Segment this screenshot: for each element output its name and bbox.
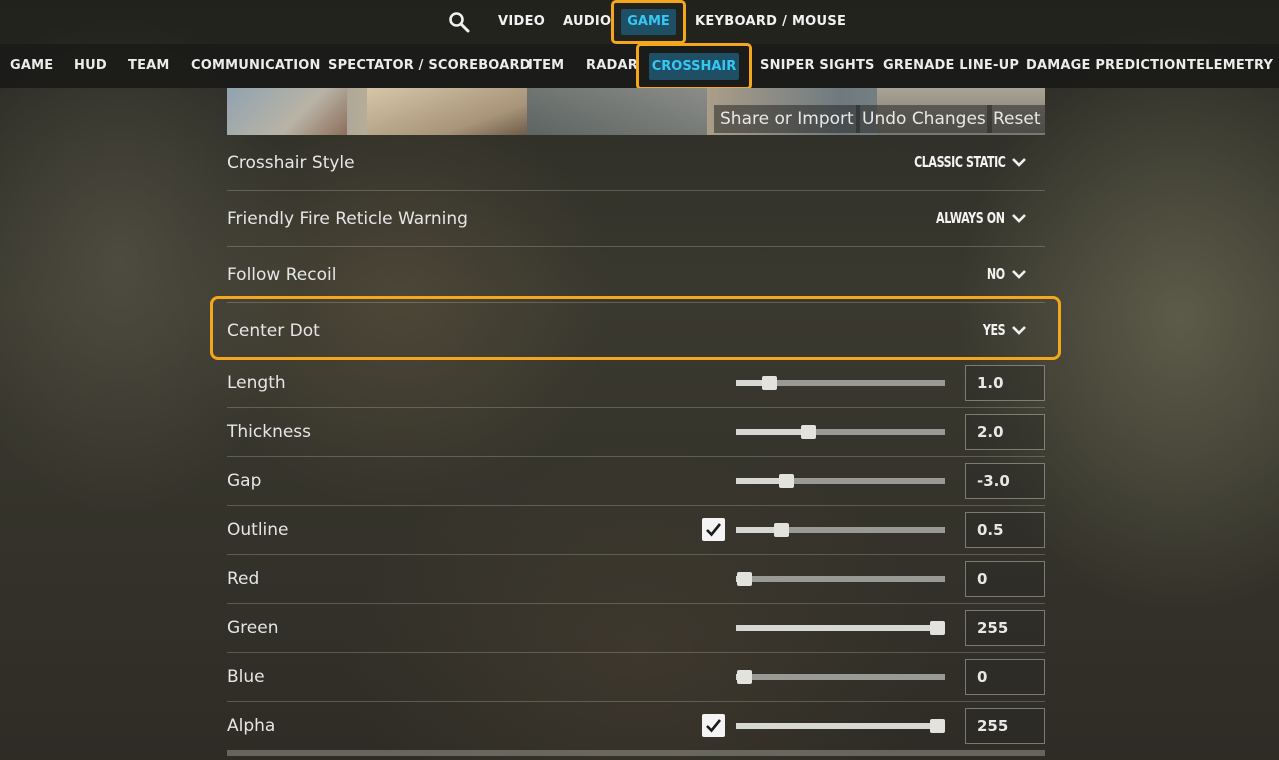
sub-tab-damage-prediction[interactable]: DAMAGE PREDICTION bbox=[1026, 44, 1187, 88]
thickness-slider[interactable] bbox=[736, 425, 945, 439]
outline-value-input[interactable]: 0.5 bbox=[965, 512, 1045, 548]
scroll-edge bbox=[227, 750, 1045, 756]
alpha-slider[interactable] bbox=[736, 719, 945, 733]
green-value-input[interactable]: 255 bbox=[965, 610, 1045, 646]
slider-fill bbox=[736, 723, 937, 729]
gap-value-input[interactable]: -3.0 bbox=[965, 463, 1045, 499]
setting-row-length: Length 1.0 bbox=[227, 359, 1045, 408]
sub-tab-item[interactable]: ITEM bbox=[528, 44, 564, 88]
setting-label: Outline bbox=[227, 520, 289, 540]
dropdown-value: CLASSIC STATIC bbox=[913, 153, 1006, 171]
share-import-button[interactable]: Share or Import bbox=[714, 105, 860, 133]
setting-label: Crosshair Style bbox=[227, 153, 355, 173]
slider-thumb[interactable] bbox=[779, 474, 795, 488]
blue-slider[interactable] bbox=[736, 670, 945, 684]
checkmark-icon bbox=[706, 719, 722, 733]
thickness-value-input[interactable]: 2.0 bbox=[965, 414, 1045, 450]
slider-fill bbox=[736, 429, 808, 435]
dropdown-value: ALWAYS ON bbox=[936, 209, 1005, 227]
setting-label: Friendly Fire Reticle Warning bbox=[227, 209, 468, 229]
sub-tab-telemetry[interactable]: TELEMETRY bbox=[1187, 44, 1273, 88]
slider-thumb[interactable] bbox=[737, 670, 752, 684]
setting-row-gap: Gap -3.0 bbox=[227, 457, 1045, 506]
setting-row-crosshair-style: Crosshair Style CLASSIC STATIC bbox=[227, 135, 1045, 191]
dropdown-value: NO bbox=[987, 265, 1005, 283]
top-tab-video[interactable]: VIDEO bbox=[498, 0, 545, 44]
outline-checkbox[interactable] bbox=[702, 518, 725, 541]
preview-scene bbox=[527, 88, 707, 135]
chevron-down-icon bbox=[1012, 214, 1026, 223]
setting-label: Length bbox=[227, 373, 286, 393]
setting-label: Gap bbox=[227, 471, 262, 491]
blue-value-input[interactable]: 0 bbox=[965, 659, 1045, 695]
top-nav: VIDEO AUDIO GAME KEYBOARD / MOUSE bbox=[0, 0, 1279, 44]
sub-tab-spectator-scoreboard[interactable]: SPECTATOR / SCOREBOARD bbox=[328, 44, 531, 88]
sub-tab-grenade-lineup[interactable]: GRENADE LINE-UP bbox=[883, 44, 1019, 88]
setting-row-friendly-fire: Friendly Fire Reticle Warning ALWAYS ON bbox=[227, 191, 1045, 247]
setting-row-blue: Blue 0 bbox=[227, 653, 1045, 702]
setting-label: Thickness bbox=[227, 422, 312, 442]
setting-row-green: Green 255 bbox=[227, 604, 1045, 653]
chevron-down-icon bbox=[1012, 158, 1026, 167]
friendly-fire-dropdown[interactable]: ALWAYS ON bbox=[921, 206, 1027, 230]
sub-tab-crosshair-highlight: CROSSHAIR bbox=[636, 43, 752, 90]
setting-row-red: Red 0 bbox=[227, 555, 1045, 604]
alpha-value-input[interactable]: 255 bbox=[965, 708, 1045, 744]
search-icon[interactable] bbox=[448, 11, 470, 33]
setting-row-outline: Outline 0.5 bbox=[227, 506, 1045, 555]
crosshair-preview: Share or Import Undo Changes Reset bbox=[227, 88, 1045, 135]
setting-label: Red bbox=[227, 569, 260, 589]
sub-tab-communication[interactable]: COMMUNICATION bbox=[191, 44, 321, 88]
sub-tab-hud[interactable]: HUD bbox=[74, 44, 107, 88]
green-slider[interactable] bbox=[736, 621, 945, 635]
sub-tab-game[interactable]: GAME bbox=[10, 44, 53, 88]
gap-slider[interactable] bbox=[736, 474, 945, 488]
red-slider[interactable] bbox=[736, 572, 945, 586]
top-tab-audio[interactable]: AUDIO bbox=[563, 0, 611, 44]
top-tab-game-highlight: GAME bbox=[611, 0, 686, 44]
sub-tab-sniper-sights[interactable]: SNIPER SIGHTS bbox=[760, 44, 875, 88]
slider-fill bbox=[736, 625, 937, 631]
chevron-down-icon bbox=[1012, 270, 1026, 279]
sub-tab-team[interactable]: TEAM bbox=[128, 44, 170, 88]
length-slider[interactable] bbox=[736, 376, 945, 390]
preview-scene bbox=[227, 88, 347, 135]
slider-thumb[interactable] bbox=[762, 376, 778, 390]
outline-slider[interactable] bbox=[736, 523, 945, 537]
setting-row-alpha: Alpha 255 bbox=[227, 702, 1045, 751]
reset-button[interactable]: Reset bbox=[987, 105, 1045, 133]
top-tab-game[interactable]: GAME bbox=[621, 9, 676, 35]
crosshair-style-dropdown[interactable]: CLASSIC STATIC bbox=[894, 150, 1028, 174]
slider-thumb[interactable] bbox=[930, 719, 945, 733]
checkmark-icon bbox=[706, 523, 722, 537]
undo-changes-button[interactable]: Undo Changes bbox=[856, 105, 992, 133]
sub-tab-crosshair[interactable]: CROSSHAIR bbox=[649, 53, 739, 80]
length-value-input[interactable]: 1.0 bbox=[965, 365, 1045, 401]
slider-thumb[interactable] bbox=[773, 523, 789, 537]
slider-thumb[interactable] bbox=[930, 621, 945, 635]
sub-tab-radar[interactable]: RADAR bbox=[586, 44, 638, 88]
center-dot-highlight bbox=[210, 296, 1061, 360]
setting-row-follow-recoil: Follow Recoil NO bbox=[227, 247, 1045, 303]
red-value-input[interactable]: 0 bbox=[965, 561, 1045, 597]
follow-recoil-dropdown[interactable]: NO bbox=[983, 262, 1027, 286]
setting-label: Follow Recoil bbox=[227, 265, 337, 285]
preview-scene bbox=[367, 88, 527, 135]
setting-label: Green bbox=[227, 618, 279, 638]
slider-thumb[interactable] bbox=[800, 425, 816, 439]
slider-thumb[interactable] bbox=[737, 572, 752, 586]
alpha-checkbox[interactable] bbox=[702, 714, 725, 737]
top-tab-keyboard-mouse[interactable]: KEYBOARD / MOUSE bbox=[695, 0, 846, 44]
setting-label: Alpha bbox=[227, 716, 276, 736]
setting-label: Blue bbox=[227, 667, 265, 687]
setting-row-thickness: Thickness 2.0 bbox=[227, 408, 1045, 457]
